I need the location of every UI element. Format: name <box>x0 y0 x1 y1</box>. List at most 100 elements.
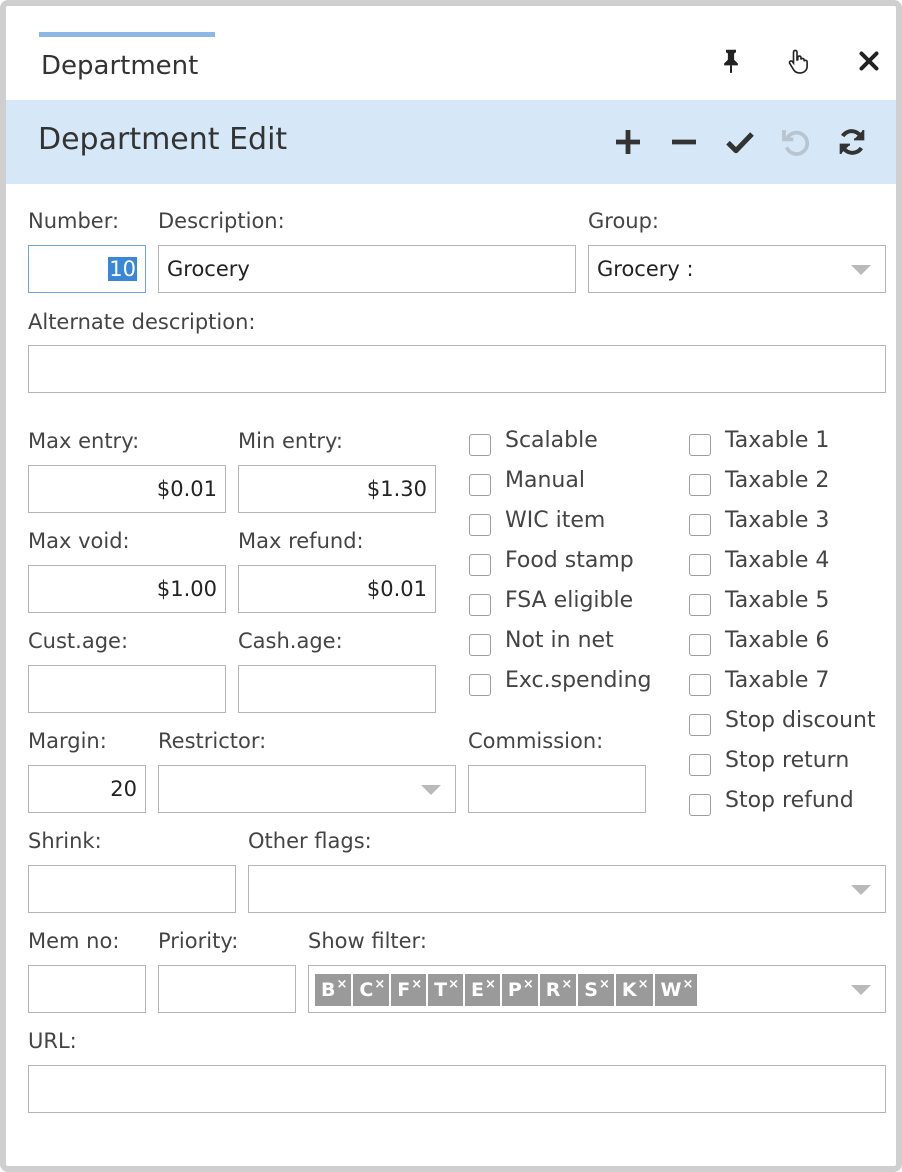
description-field[interactable]: Grocery <box>158 245 576 293</box>
filter-tag[interactable]: P× <box>501 974 538 1006</box>
checkbox-label[interactable]: Taxable 2 <box>725 468 829 493</box>
checkbox[interactable] <box>689 714 711 736</box>
checkbox[interactable] <box>689 594 711 616</box>
filter-tag-label: R <box>545 979 561 1001</box>
undo-button[interactable] <box>780 126 812 158</box>
filter-tag[interactable]: K× <box>615 974 653 1006</box>
checkbox-label[interactable]: WIC item <box>505 508 605 533</box>
checkbox[interactable] <box>689 434 711 456</box>
filter-tag-label: B <box>321 979 336 1001</box>
checkbox[interactable] <box>689 794 711 816</box>
chevron-down-icon <box>421 785 441 795</box>
other-flags-select[interactable] <box>248 865 886 913</box>
description-label: Description: <box>158 209 285 233</box>
checkbox-label[interactable]: Stop refund <box>725 788 854 813</box>
remove-tag-icon[interactable]: × <box>485 977 496 992</box>
confirm-button[interactable] <box>724 126 756 158</box>
filter-tag[interactable]: F× <box>391 974 427 1006</box>
checkbox[interactable] <box>469 594 491 616</box>
checkbox-label[interactable]: Taxable 6 <box>725 628 829 653</box>
cust-age-field[interactable] <box>28 665 226 713</box>
remove-tag-icon[interactable]: × <box>599 977 610 992</box>
show-filter-select[interactable]: B× C× F× T× E× P× R× S× K× W× <box>308 965 886 1013</box>
filter-tag[interactable]: R× <box>539 974 577 1006</box>
checkbox[interactable] <box>689 674 711 696</box>
pin-icon[interactable] <box>716 46 746 76</box>
checkbox[interactable] <box>689 474 711 496</box>
checkbox-label[interactable]: Taxable 1 <box>725 428 829 453</box>
filter-tag-label: C <box>359 979 374 1001</box>
cash-age-label: Cash.age: <box>238 629 343 653</box>
checkbox[interactable] <box>469 434 491 456</box>
add-button[interactable] <box>612 126 644 158</box>
checkbox[interactable] <box>689 754 711 776</box>
checkbox-label[interactable]: FSA eligible <box>505 588 633 613</box>
mem-no-field[interactable] <box>28 965 146 1013</box>
close-icon[interactable] <box>854 46 884 76</box>
checkbox[interactable] <box>689 514 711 536</box>
min-entry-field[interactable]: $1.30 <box>238 465 436 513</box>
shrink-field[interactable] <box>28 865 236 913</box>
checkbox-label[interactable]: Taxable 3 <box>725 508 829 533</box>
checkbox-label[interactable]: Taxable 7 <box>725 668 829 693</box>
max-refund-field[interactable]: $0.01 <box>238 565 436 613</box>
checkbox[interactable] <box>469 674 491 696</box>
remove-tag-icon[interactable]: × <box>411 977 422 992</box>
filter-tag[interactable]: B× <box>315 974 352 1006</box>
chevron-down-icon <box>851 885 871 895</box>
checkbox-label[interactable]: Stop discount <box>725 708 876 733</box>
cash-age-field[interactable] <box>238 665 436 713</box>
filter-tag[interactable]: S× <box>578 974 614 1006</box>
group-select[interactable]: Grocery : <box>588 245 886 293</box>
pointer-hand-icon[interactable] <box>784 46 814 76</box>
remove-button[interactable] <box>668 126 700 158</box>
filter-tag[interactable]: E× <box>465 974 500 1006</box>
remove-tag-icon[interactable]: × <box>336 977 347 992</box>
alternate-description-field[interactable] <box>28 345 886 393</box>
filter-tag-label: K <box>621 979 637 1001</box>
tab-department[interactable]: Department <box>39 32 215 92</box>
margin-label: Margin: <box>28 729 107 753</box>
checkbox[interactable] <box>469 554 491 576</box>
remove-tag-icon[interactable]: × <box>448 977 459 992</box>
remove-tag-icon[interactable]: × <box>374 977 385 992</box>
filter-tag[interactable]: C× <box>353 974 390 1006</box>
filter-tag[interactable]: W× <box>654 974 698 1006</box>
checkbox-label[interactable]: Stop return <box>725 748 849 773</box>
checkbox[interactable] <box>469 474 491 496</box>
remove-tag-icon[interactable]: × <box>683 977 694 992</box>
checkbox-label[interactable]: Food stamp <box>505 548 634 573</box>
tab-bar: Department <box>6 6 896 100</box>
chevron-down-icon <box>851 265 871 275</box>
checkbox-label[interactable]: Not in net <box>505 628 614 653</box>
checkbox[interactable] <box>469 514 491 536</box>
checkbox-label[interactable]: Manual <box>505 468 585 493</box>
remove-tag-icon[interactable]: × <box>561 977 572 992</box>
priority-field[interactable] <box>158 965 296 1013</box>
remove-tag-icon[interactable]: × <box>638 977 649 992</box>
max-entry-field[interactable]: $0.01 <box>28 465 226 513</box>
checkbox[interactable] <box>689 554 711 576</box>
commission-field[interactable] <box>468 765 646 813</box>
number-label: Number: <box>28 209 120 233</box>
add-icon <box>616 130 640 154</box>
checkbox-label[interactable]: Exc.spending <box>505 668 652 693</box>
confirm-check-icon <box>726 132 754 154</box>
alternate-description-label: Alternate description: <box>28 310 256 334</box>
refresh-button[interactable] <box>836 126 868 158</box>
remove-tag-icon[interactable]: × <box>523 977 534 992</box>
margin-field[interactable]: 20 <box>28 765 146 813</box>
number-field[interactable]: 10 <box>28 245 146 293</box>
checkbox-label[interactable]: Taxable 4 <box>725 548 829 573</box>
url-field[interactable] <box>28 1065 886 1113</box>
restrictor-select[interactable] <box>158 765 456 813</box>
checkbox-label[interactable]: Scalable <box>505 428 598 453</box>
checkbox[interactable] <box>689 634 711 656</box>
checkbox[interactable] <box>469 634 491 656</box>
min-entry-label: Min entry: <box>238 429 344 453</box>
department-window: Department Department Edit Number: Descr… <box>0 0 902 1172</box>
max-void-field[interactable]: $1.00 <box>28 565 226 613</box>
filter-tag[interactable]: T× <box>428 974 464 1006</box>
url-label: URL: <box>28 1029 77 1053</box>
checkbox-label[interactable]: Taxable 5 <box>725 588 829 613</box>
